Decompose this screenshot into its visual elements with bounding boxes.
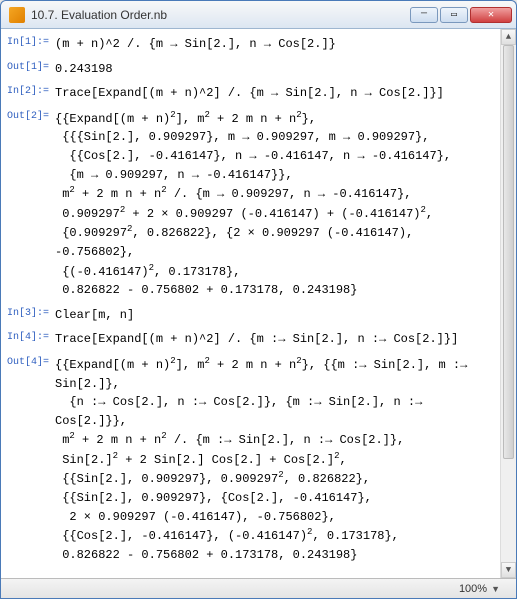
cell-label: In[1]:= — [7, 35, 55, 54]
vertical-scrollbar[interactable]: ▲ ▼ — [500, 29, 516, 578]
cell-content[interactable]: Trace[Expand[(m + n)^2] /. {m :→ Sin[2.]… — [55, 330, 482, 349]
window-title: 10.7. Evaluation Order.nb — [31, 8, 410, 22]
cell-content[interactable]: 0.243198 — [55, 60, 482, 79]
cell-label: Out[4]= — [7, 355, 55, 565]
minimize-icon: ─ — [421, 9, 427, 20]
close-button[interactable]: ✕ — [470, 7, 512, 23]
cell-content[interactable]: {{Expand[(m + n)2], m2 + 2 m n + n2}, {{… — [55, 109, 482, 300]
cell-content[interactable]: {{Expand[(m + n)2], m2 + 2 m n + n2}, {{… — [55, 355, 482, 565]
cell-content[interactable]: (m + n)^2 /. {m → Sin[2.], n → Cos[2.]} — [55, 35, 482, 54]
output-cell[interactable]: Out[1]=0.243198 — [7, 60, 482, 79]
maximize-button[interactable]: ▭ — [440, 7, 468, 23]
notebook-window: 10.7. Evaluation Order.nb ─ ▭ ✕ In[1]:=(… — [0, 0, 517, 599]
cell-label: Out[2]= — [7, 109, 55, 300]
maximize-icon: ▭ — [451, 9, 457, 21]
scroll-up-arrow[interactable]: ▲ — [501, 29, 516, 45]
content-area: In[1]:=(m + n)^2 /. {m → Sin[2.], n → Co… — [1, 29, 516, 578]
input-cell[interactable]: In[3]:=Clear[m, n] — [7, 306, 482, 325]
scroll-track[interactable] — [501, 45, 516, 562]
cell-content[interactable]: Clear[m, n] — [55, 306, 482, 325]
cell-label: In[4]:= — [7, 330, 55, 349]
cell-label: In[3]:= — [7, 306, 55, 325]
app-icon — [9, 7, 25, 23]
notebook-body[interactable]: In[1]:=(m + n)^2 /. {m → Sin[2.], n → Co… — [1, 29, 500, 578]
scroll-down-arrow[interactable]: ▼ — [501, 562, 516, 578]
output-cell[interactable]: Out[2]={{Expand[(m + n)2], m2 + 2 m n + … — [7, 109, 482, 300]
output-cell[interactable]: Out[4]={{Expand[(m + n)2], m2 + 2 m n + … — [7, 355, 482, 565]
window-controls: ─ ▭ ✕ — [410, 7, 512, 23]
input-cell[interactable]: In[2]:=Trace[Expand[(m + n)^2] /. {m → S… — [7, 84, 482, 103]
cell-label: In[2]:= — [7, 84, 55, 103]
scroll-thumb[interactable] — [503, 45, 514, 459]
zoom-level[interactable]: 100% — [459, 583, 487, 595]
statusbar: 100% ▼ — [1, 578, 516, 598]
input-cell[interactable]: In[4]:=Trace[Expand[(m + n)^2] /. {m :→ … — [7, 330, 482, 349]
zoom-dropdown-icon[interactable]: ▼ — [491, 584, 500, 594]
close-icon: ✕ — [488, 9, 494, 21]
minimize-button[interactable]: ─ — [410, 7, 438, 23]
cell-label: Out[1]= — [7, 60, 55, 79]
cell-content[interactable]: Trace[Expand[(m + n)^2] /. {m → Sin[2.],… — [55, 84, 482, 103]
titlebar[interactable]: 10.7. Evaluation Order.nb ─ ▭ ✕ — [1, 1, 516, 29]
input-cell[interactable]: In[1]:=(m + n)^2 /. {m → Sin[2.], n → Co… — [7, 35, 482, 54]
